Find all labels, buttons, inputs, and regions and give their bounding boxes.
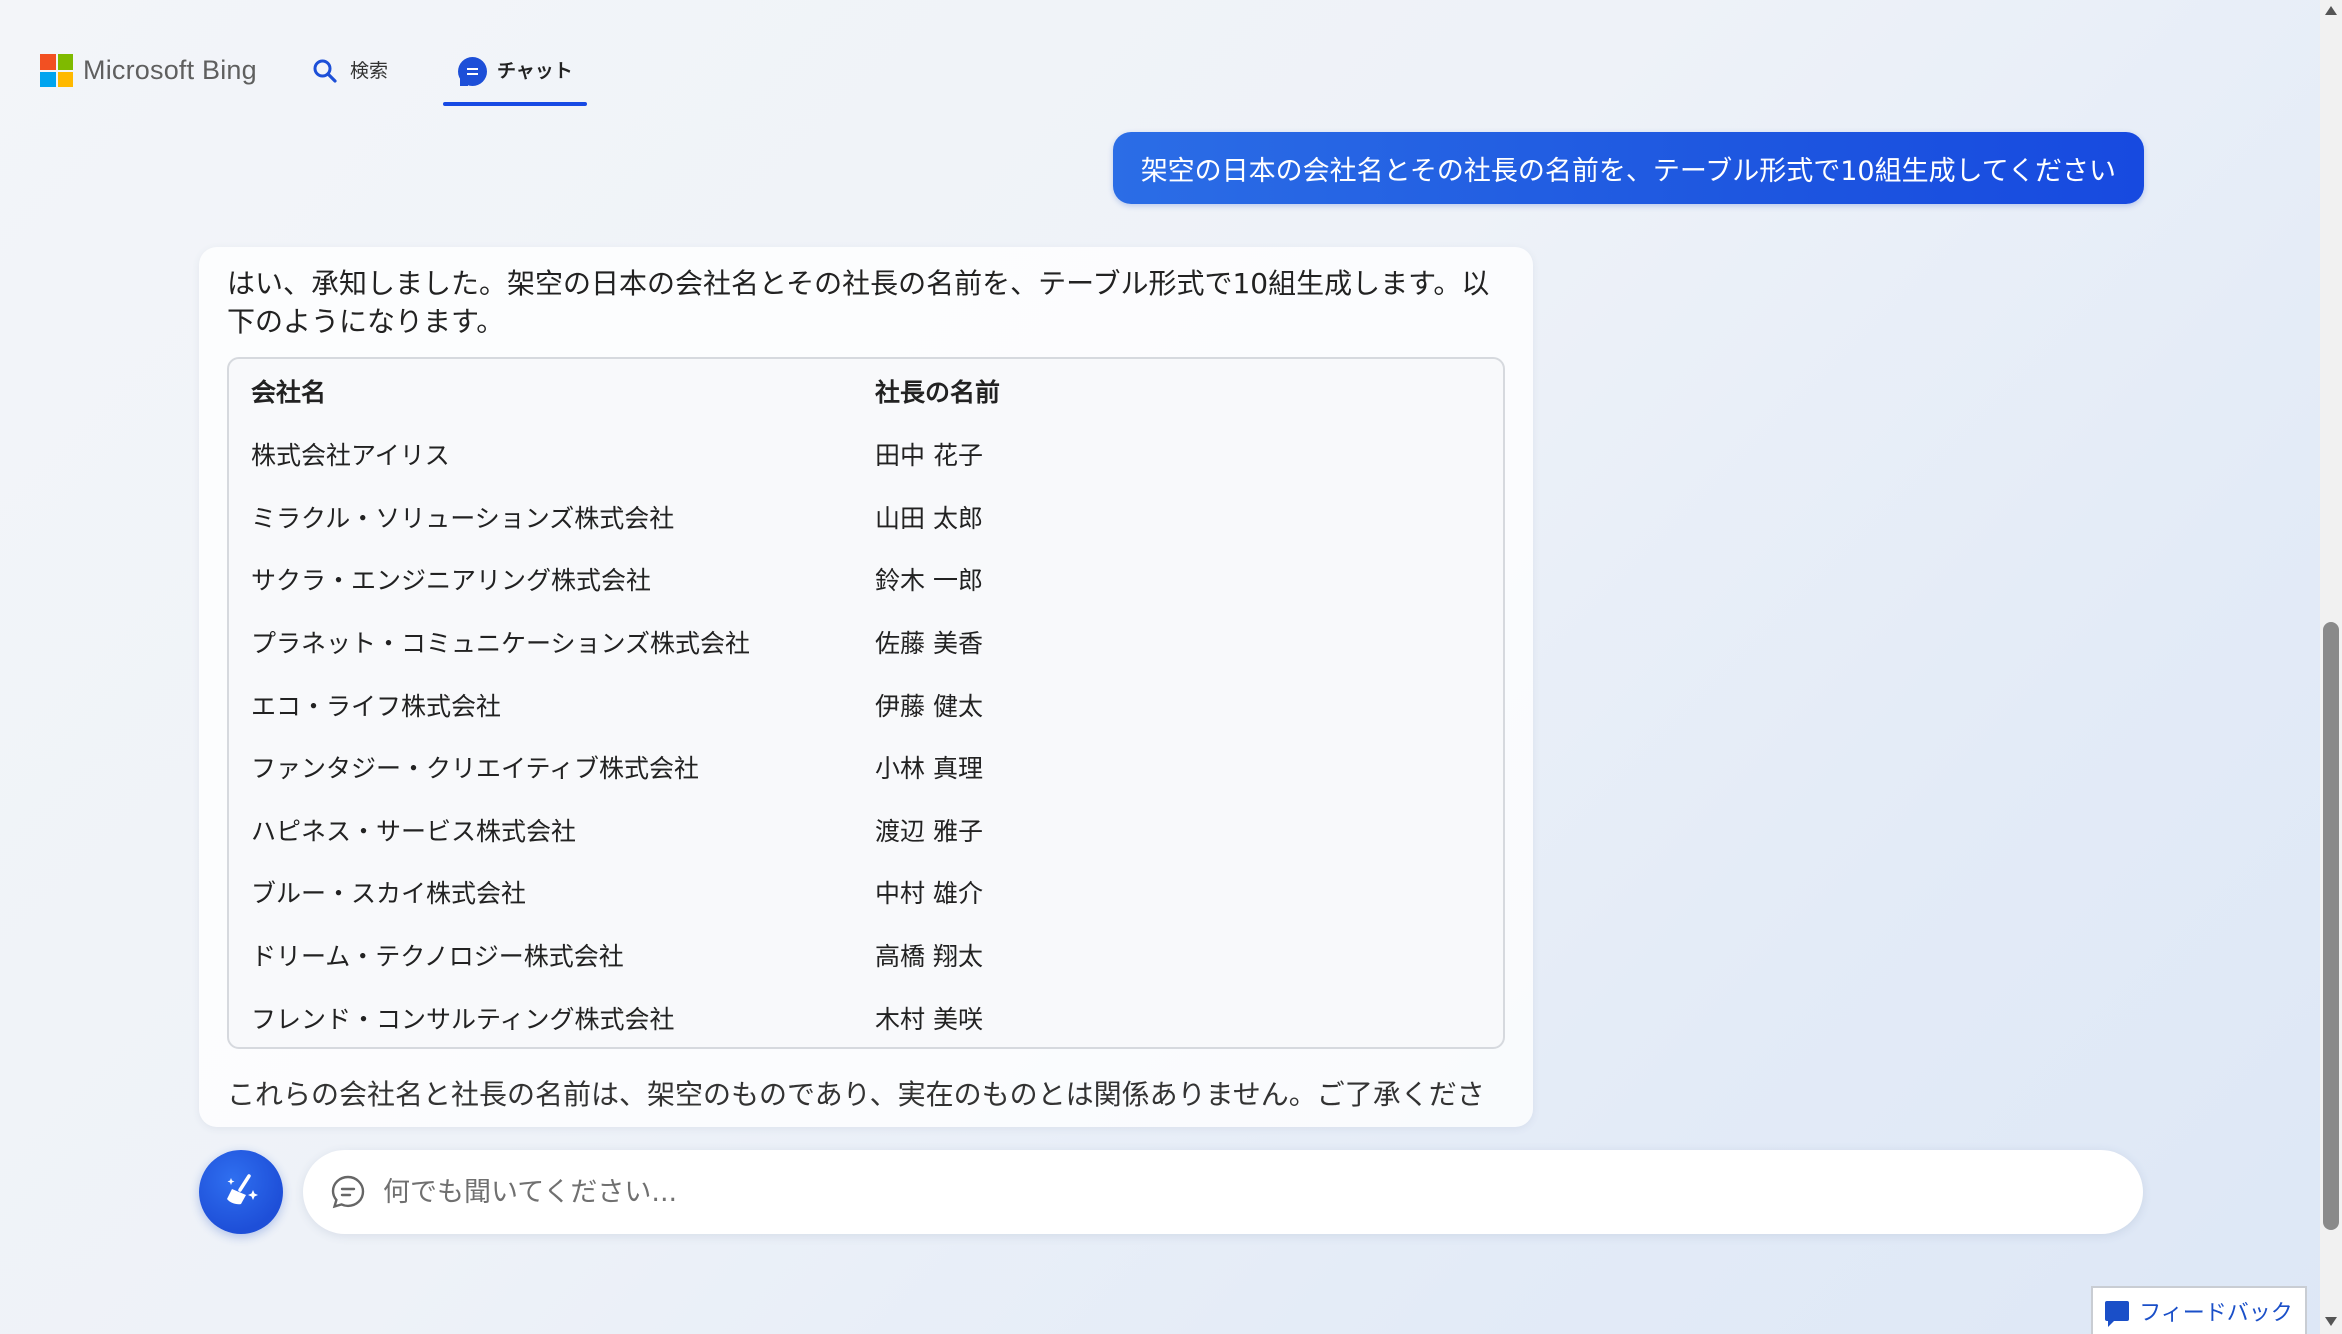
president-name-cell: 高橋 翔太 [875, 942, 983, 972]
president-name-cell: 田中 花子 [875, 441, 983, 471]
company-name-cell: サクラ・エンジニアリング株式会社 [251, 566, 652, 596]
table-row: 株式会社アイリス 田中 花子 [229, 423, 1503, 486]
logo-text: Microsoft Bing [83, 55, 257, 85]
search-icon [310, 56, 340, 86]
president-name-cell: 中村 雄介 [875, 879, 983, 909]
feedback-label: フィードバック [2139, 1301, 2293, 1326]
top-navigation: Microsoft Bing 検索 チャット [0, 0, 2320, 120]
president-name-cell: 木村 美咲 [875, 1004, 983, 1034]
table-row: プラネット・コミュニケーションズ株式会社 佐藤 美香 [229, 611, 1503, 674]
tab-search[interactable]: 検索 [296, 52, 402, 106]
tab-chat[interactable]: チャット [443, 52, 587, 106]
column-header-president: 社長の名前 [875, 378, 1001, 407]
table-row: ブルー・スカイ株式会社 中村 雄介 [229, 861, 1503, 924]
company-name-cell: エコ・ライフ株式会社 [251, 691, 502, 721]
scroll-up-arrow-icon[interactable] [2325, 6, 2337, 15]
user-message-text: 架空の日本の会社名とその社長の名前を、テーブル形式で10組生成してください [1140, 155, 2116, 187]
president-name-cell: 山田 太郎 [875, 503, 983, 533]
president-name-cell: 伊藤 健太 [875, 691, 983, 721]
column-header-company: 会社名 [251, 378, 327, 407]
tab-search-label: 検索 [350, 60, 389, 82]
scroll-down-arrow-icon[interactable] [2325, 1317, 2337, 1326]
chat-input[interactable] [383, 1176, 2083, 1208]
company-name-cell: 株式会社アイリス [251, 441, 450, 471]
chat-icon [457, 56, 487, 86]
table-header-row: 会社名 社長の名前 [229, 359, 1503, 423]
table-row: サクラ・エンジニアリング株式会社 鈴木 一郎 [229, 548, 1503, 611]
president-name-cell: 佐藤 美香 [875, 629, 983, 659]
company-name-cell: プラネット・コミュニケーションズ株式会社 [251, 629, 751, 659]
scrollbar-thumb[interactable] [2323, 622, 2339, 1230]
tab-chat-label: チャット [497, 60, 573, 82]
company-name-cell: ファンタジー・クリエイティブ株式会社 [251, 754, 700, 784]
company-name-cell: ドリーム・テクノロジー株式会社 [251, 942, 624, 972]
president-name-cell: 渡辺 雅子 [875, 816, 983, 846]
chat-composer [303, 1150, 2143, 1234]
new-topic-button[interactable] [199, 1150, 283, 1234]
table-row: ハピネス・サービス株式会社 渡辺 雅子 [229, 799, 1503, 862]
bot-outro-text: これらの会社名と社長の名前は、架空のものであり、実在のものとは関係ありません。ご… [227, 1078, 1485, 1111]
company-name-cell: ブルー・スカイ株式会社 [251, 879, 527, 909]
table-row: ミラクル・ソリューションズ株式会社 山田 太郎 [229, 486, 1503, 549]
company-name-cell: ハピネス・サービス株式会社 [251, 816, 577, 846]
page-scrollbar[interactable] [2320, 0, 2342, 1334]
bing-logo[interactable]: Microsoft Bing [40, 54, 257, 87]
company-table: 会社名 社長の名前 株式会社アイリス 田中 花子 ミラクル・ソリューションズ株式会… [227, 357, 1505, 1049]
user-message-bubble: 架空の日本の会社名とその社長の名前を、テーブル形式で10組生成してください [1112, 132, 2144, 204]
company-name-cell: ミラクル・ソリューションズ株式会社 [251, 503, 675, 533]
bot-response-card: はい、承知しました。架空の日本の会社名とその社長の名前を、テーブル形式で10組生… [199, 247, 1533, 1127]
table-row: ファンタジー・クリエイティブ株式会社 小林 真理 [229, 736, 1503, 799]
feedback-button[interactable]: フィードバック [2091, 1286, 2307, 1334]
president-name-cell: 小林 真理 [875, 754, 983, 784]
message-icon [329, 1173, 367, 1211]
broom-sparkle-icon [219, 1168, 263, 1216]
company-name-cell: フレンド・コンサルティング株式会社 [251, 1004, 675, 1034]
president-name-cell: 鈴木 一郎 [875, 566, 983, 596]
table-row: フレンド・コンサルティング株式会社 木村 美咲 [229, 986, 1503, 1049]
feedback-icon [2105, 1301, 2130, 1327]
table-row: ドリーム・テクノロジー株式会社 高橋 翔太 [229, 924, 1503, 987]
table-row: エコ・ライフ株式会社 伊藤 健太 [229, 673, 1503, 736]
bot-intro-text: はい、承知しました。架空の日本の会社名とその社長の名前を、テーブル形式で10組生… [227, 267, 1490, 338]
microsoft-logo-icon [40, 54, 73, 87]
